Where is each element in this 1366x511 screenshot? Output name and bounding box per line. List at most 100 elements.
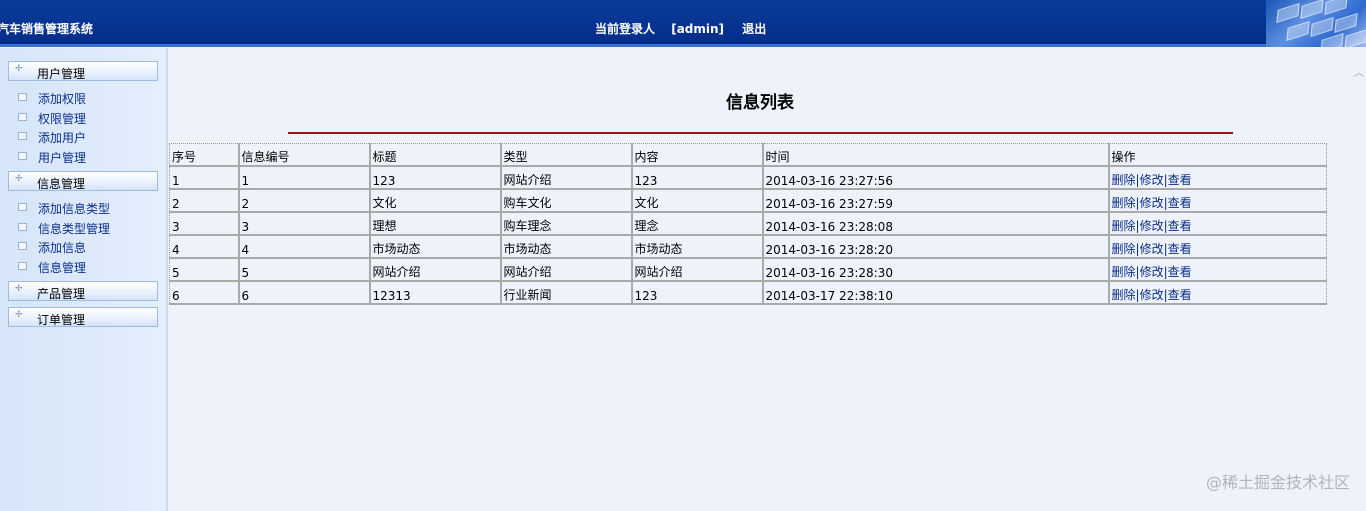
page-title: 信息列表 bbox=[726, 93, 794, 113]
cell-type: 购车理念 bbox=[499, 212, 632, 236]
table-header-row: 序号 信息编号 标题 类型 内容 时间 操作 bbox=[169, 143, 1327, 167]
cell-actions: 删除|修改|查看 bbox=[1107, 212, 1327, 236]
cell-index: 5 bbox=[169, 258, 239, 282]
view-link[interactable]: 查看 bbox=[1168, 288, 1192, 302]
expand-icon: ✢ bbox=[15, 284, 23, 294]
delete-link[interactable]: 删除 bbox=[1112, 242, 1136, 256]
cell-info-id: 4 bbox=[237, 235, 370, 259]
table-row: 1 1 123 网站介绍 123 2014-03-16 23:27:56 删除|修改|查看 bbox=[169, 166, 1327, 190]
user-area: 当前登录人 [admin] 退出 bbox=[595, 20, 766, 37]
cell-type: 市场动态 bbox=[499, 235, 632, 259]
column-header-info-id: 信息编号 bbox=[237, 143, 370, 167]
scroll-up-icon[interactable]: ︿ bbox=[1354, 64, 1364, 79]
sidebar-item-label: 添加权限 bbox=[38, 92, 87, 106]
cell-actions: 删除|修改|查看 bbox=[1107, 258, 1327, 282]
sidebar-item-label: 用户管理 bbox=[38, 151, 87, 165]
expand-icon: ✢ bbox=[15, 64, 23, 74]
sidebar-item-label: 添加信息类型 bbox=[38, 202, 111, 216]
cell-time: 2014-03-16 23:27:59 bbox=[761, 189, 1109, 213]
sidebar-item-label: 信息类型管理 bbox=[38, 222, 111, 236]
cell-time: 2014-03-16 23:27:56 bbox=[761, 166, 1109, 190]
cell-title: 网站介绍 bbox=[368, 258, 501, 282]
expand-icon: ✢ bbox=[15, 310, 23, 320]
delete-link[interactable]: 删除 bbox=[1112, 219, 1136, 233]
table-row: 6 6 12313 行业新闻 123 2014-03-17 22:38:10 删除|修改|查… bbox=[169, 281, 1327, 305]
sidebar-group-label: 产品管理 bbox=[37, 287, 86, 301]
edit-link[interactable]: 修改 bbox=[1140, 196, 1164, 210]
table-row: 4 4 市场动态 市场动态 市场动态 2014-03-16 23:28:20 删除|修改|查… bbox=[169, 235, 1327, 259]
edit-link[interactable]: 修改 bbox=[1140, 288, 1164, 302]
view-link[interactable]: 查看 bbox=[1168, 219, 1192, 233]
column-header-content: 内容 bbox=[630, 143, 763, 167]
keyboard-decoration bbox=[1266, 0, 1366, 47]
cell-title: 12313 bbox=[368, 281, 501, 305]
cell-actions: 删除|修改|查看 bbox=[1107, 189, 1327, 213]
sidebar-group-label: 用户管理 bbox=[37, 67, 86, 81]
menu-bullet-icon bbox=[18, 152, 27, 160]
cell-index: 1 bbox=[169, 166, 239, 190]
view-link[interactable]: 查看 bbox=[1168, 265, 1192, 279]
cell-actions: 删除|修改|查看 bbox=[1107, 281, 1327, 305]
delete-link[interactable]: 删除 bbox=[1112, 173, 1136, 187]
delete-link[interactable]: 删除 bbox=[1112, 288, 1136, 302]
column-header-time: 时间 bbox=[761, 143, 1109, 167]
sidebar-group-label: 订单管理 bbox=[37, 313, 86, 327]
sidebar-item-label: 权限管理 bbox=[38, 112, 87, 126]
cell-actions: 删除|修改|查看 bbox=[1107, 235, 1327, 259]
cell-content: 文化 bbox=[630, 189, 763, 213]
column-header-actions: 操作 bbox=[1107, 143, 1327, 167]
cell-info-id: 5 bbox=[237, 258, 370, 282]
sidebar-group-user-management[interactable]: ✢ 用户管理 bbox=[8, 61, 158, 81]
sidebar-item-label: 添加用户 bbox=[38, 131, 87, 145]
sidebar: ✢ 用户管理 添加权限 权限管理 添加用户 用户管理 ✢ 信息管理 添加信息类型… bbox=[0, 48, 168, 511]
cell-title: 市场动态 bbox=[368, 235, 501, 259]
view-link[interactable]: 查看 bbox=[1168, 173, 1192, 187]
sidebar-group-product-management[interactable]: ✢ 产品管理 bbox=[8, 281, 158, 301]
delete-link[interactable]: 删除 bbox=[1112, 196, 1136, 210]
cell-content: 理念 bbox=[630, 212, 763, 236]
column-header-type: 类型 bbox=[499, 143, 632, 167]
table-row: 3 3 理想 购车理念 理念 2014-03-16 23:28:08 删除|修改|查看 bbox=[169, 212, 1327, 236]
edit-link[interactable]: 修改 bbox=[1140, 173, 1164, 187]
watermark: @稀土掘金技术社区 bbox=[1205, 473, 1350, 492]
vertical-scrollbar[interactable]: ︿ bbox=[1352, 48, 1366, 511]
cell-content: 网站介绍 bbox=[630, 258, 763, 282]
cell-type: 网站介绍 bbox=[499, 258, 632, 282]
current-user-label: 当前登录人 bbox=[595, 22, 656, 36]
sidebar-group-order-management[interactable]: ✢ 订单管理 bbox=[8, 307, 158, 327]
delete-link[interactable]: 删除 bbox=[1112, 265, 1136, 279]
table-row: 5 5 网站介绍 网站介绍 网站介绍 2014-03-16 23:28:30 删除|修改|查… bbox=[169, 258, 1327, 282]
cell-index: 6 bbox=[169, 281, 239, 305]
cell-actions: 删除|修改|查看 bbox=[1107, 166, 1327, 190]
table-body: 1 1 123 网站介绍 123 2014-03-16 23:27:56 删除|修改|查看 2… bbox=[169, 166, 1327, 305]
table-row: 2 2 文化 购车文化 文化 2014-03-16 23:27:59 删除|修改|查看 bbox=[169, 189, 1327, 213]
main-content: 信息列表 序号 信息编号 标题 类型 内容 时间 操作 1 1 123 网站介绍 123… bbox=[168, 48, 1352, 511]
column-header-title: 标题 bbox=[368, 143, 501, 167]
menu-bullet-icon bbox=[18, 262, 27, 270]
current-user-name: [admin] bbox=[671, 22, 725, 36]
view-link[interactable]: 查看 bbox=[1168, 242, 1192, 256]
info-list-table: 序号 信息编号 标题 类型 内容 时间 操作 1 1 123 网站介绍 123 2014-… bbox=[169, 143, 1327, 305]
cell-content: 123 bbox=[630, 166, 763, 190]
cell-title: 文化 bbox=[368, 189, 501, 213]
logout-link[interactable]: 退出 bbox=[742, 20, 766, 37]
cell-index: 3 bbox=[169, 212, 239, 236]
view-link[interactable]: 查看 bbox=[1168, 196, 1192, 210]
sidebar-group-info-management[interactable]: ✢ 信息管理 bbox=[8, 171, 158, 191]
edit-link[interactable]: 修改 bbox=[1140, 242, 1164, 256]
edit-link[interactable]: 修改 bbox=[1140, 265, 1164, 279]
edit-link[interactable]: 修改 bbox=[1140, 219, 1164, 233]
cell-info-id: 3 bbox=[237, 212, 370, 236]
sidebar-group-label: 信息管理 bbox=[37, 177, 86, 191]
cell-time: 2014-03-16 23:28:30 bbox=[761, 258, 1109, 282]
cell-index: 4 bbox=[169, 235, 239, 259]
header-stripe bbox=[0, 44, 1366, 47]
title-divider bbox=[288, 132, 1233, 134]
menu-bullet-icon bbox=[18, 93, 27, 101]
menu-bullet-icon bbox=[18, 223, 27, 231]
cell-type: 购车文化 bbox=[499, 189, 632, 213]
menu-bullet-icon bbox=[18, 203, 27, 211]
cell-info-id: 2 bbox=[237, 189, 370, 213]
sidebar-item-label: 添加信息 bbox=[38, 241, 87, 255]
cell-info-id: 6 bbox=[237, 281, 370, 305]
